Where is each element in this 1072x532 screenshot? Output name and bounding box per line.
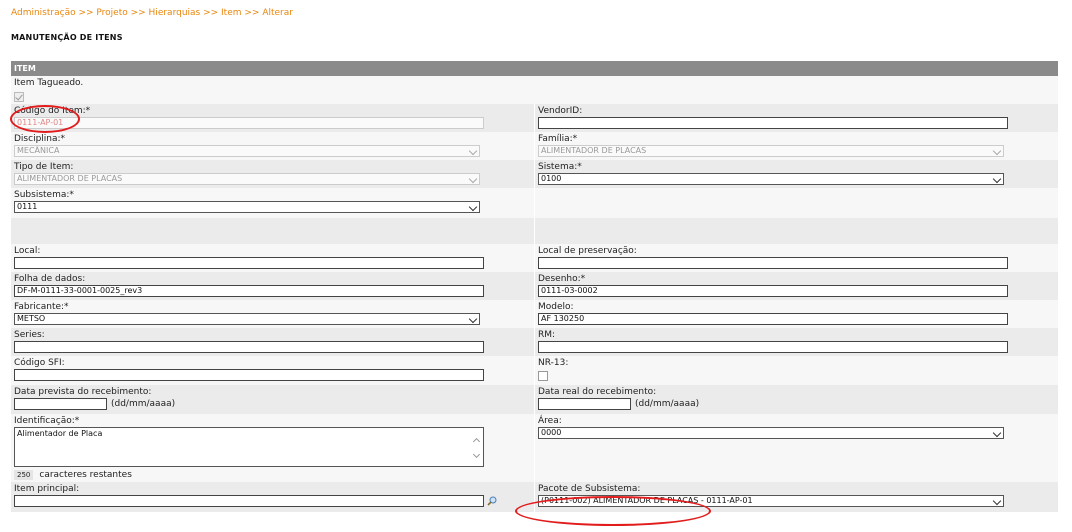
desenho-label: Desenho:*: [538, 274, 586, 284]
remaining-count: 250: [14, 470, 34, 480]
vendor-id-label: VendorID:: [538, 106, 583, 116]
item-tagueado-label: Item Tagueado.: [14, 78, 84, 88]
chevron-down-icon: [992, 174, 1002, 184]
disciplina-value: MECÂNICA: [17, 146, 60, 155]
series-label: Series:: [14, 330, 45, 340]
familia-select[interactable]: ALIMENTADOR DE PLACAS: [538, 145, 1004, 157]
modelo-label: Modelo:: [538, 302, 574, 312]
data-real-hint: (dd/mm/aaaa): [635, 399, 700, 409]
sistema-select[interactable]: 0100: [538, 173, 1004, 185]
fabricante-value: METSO: [17, 314, 46, 323]
scroll-down-icon[interactable]: [472, 450, 481, 459]
chevron-down-icon: [468, 314, 478, 324]
codigo-item-input[interactable]: 0111-AP-01: [14, 117, 484, 129]
identificacao-value: Alimentador de Placa: [17, 429, 103, 438]
chevron-down-icon: [468, 146, 478, 156]
item-principal-label: Item principal:: [14, 484, 80, 494]
area-select[interactable]: 0000: [538, 427, 1004, 439]
fabricante-select[interactable]: METSO: [14, 313, 480, 325]
tipo-item-value: ALIMENTADOR DE PLACAS: [17, 174, 123, 183]
rm-input[interactable]: [538, 341, 1008, 353]
item-tagueado-checkbox[interactable]: [14, 92, 24, 102]
familia-value: ALIMENTADOR DE PLACAS: [541, 146, 647, 155]
series-input[interactable]: [14, 341, 484, 353]
remaining-text: caracteres restantes: [39, 470, 132, 480]
local-input[interactable]: [14, 257, 484, 269]
rm-label: RM:: [538, 330, 556, 340]
local-preservacao-input[interactable]: [538, 257, 1008, 269]
modelo-input[interactable]: AF 130250: [538, 313, 1008, 325]
data-real-input[interactable]: [538, 398, 631, 410]
area-value: 0000: [541, 428, 562, 437]
breadcrumb[interactable]: Administração >> Projeto >> Hierarquias …: [11, 8, 293, 18]
page-title: MANUTENÇÃO DE ITENS: [11, 33, 123, 42]
section-header: ITEM: [11, 61, 1058, 76]
pacote-subsistema-label: Pacote de Subsistema:: [538, 484, 641, 494]
magnifier-icon[interactable]: [487, 496, 497, 506]
item-form: ITEM Item Tagueado. Código do Item:* 011…: [11, 61, 1058, 512]
disciplina-select[interactable]: MECÂNICA: [14, 145, 480, 157]
subsistema-select[interactable]: 0111: [14, 201, 480, 213]
codigo-sfi-label: Código SFI:: [14, 358, 65, 368]
chevron-down-icon: [992, 146, 1002, 156]
chevron-down-icon: [468, 202, 478, 212]
vendor-id-input[interactable]: [538, 117, 1008, 129]
scroll-up-icon[interactable]: [472, 437, 481, 446]
sistema-value: 0100: [541, 174, 562, 183]
data-prevista-label: Data prevista do recebimento:: [14, 387, 152, 397]
codigo-sfi-input[interactable]: [14, 369, 484, 381]
chevron-down-icon: [468, 174, 478, 184]
sistema-label: Sistema:*: [538, 162, 582, 172]
familia-label: Família:*: [538, 134, 578, 144]
folha-dados-input[interactable]: DF-M-0111-33-0001-0025_rev3: [14, 285, 484, 297]
chevron-down-icon: [992, 428, 1002, 438]
local-preservacao-label: Local de preservação:: [538, 246, 637, 256]
area-label: Área:: [538, 416, 562, 426]
local-label: Local:: [14, 246, 41, 256]
pacote-subsistema-value: (P0111-002) ALIMENTADOR DE PLACAS - 0111…: [541, 496, 753, 505]
data-real-label: Data real do recebimento:: [538, 387, 657, 397]
item-principal-input[interactable]: [14, 495, 484, 507]
pacote-subsistema-select[interactable]: (P0111-002) ALIMENTADOR DE PLACAS - 0111…: [538, 495, 1004, 507]
fabricante-label: Fabricante:*: [14, 302, 69, 312]
subsistema-value: 0111: [17, 202, 38, 211]
identificacao-textarea[interactable]: Alimentador de Placa: [14, 427, 484, 467]
desenho-input[interactable]: 0111-03-0002: [538, 285, 1008, 297]
identificacao-label: Identificação:*: [14, 416, 80, 426]
tipo-item-label: Tipo de Item:: [14, 162, 74, 172]
subsistema-label: Subsistema:*: [14, 190, 74, 200]
codigo-item-label: Código do Item:*: [14, 106, 91, 116]
nr13-label: NR-13:: [538, 358, 569, 368]
folha-dados-label: Folha de dados:: [14, 274, 86, 284]
chevron-down-icon: [992, 496, 1002, 506]
nr13-checkbox[interactable]: [538, 371, 548, 381]
data-prevista-input[interactable]: [14, 398, 107, 410]
tipo-item-select[interactable]: ALIMENTADOR DE PLACAS: [14, 173, 480, 185]
data-prevista-hint: (dd/mm/aaaa): [111, 399, 176, 409]
disciplina-label: Disciplina:*: [14, 134, 66, 144]
